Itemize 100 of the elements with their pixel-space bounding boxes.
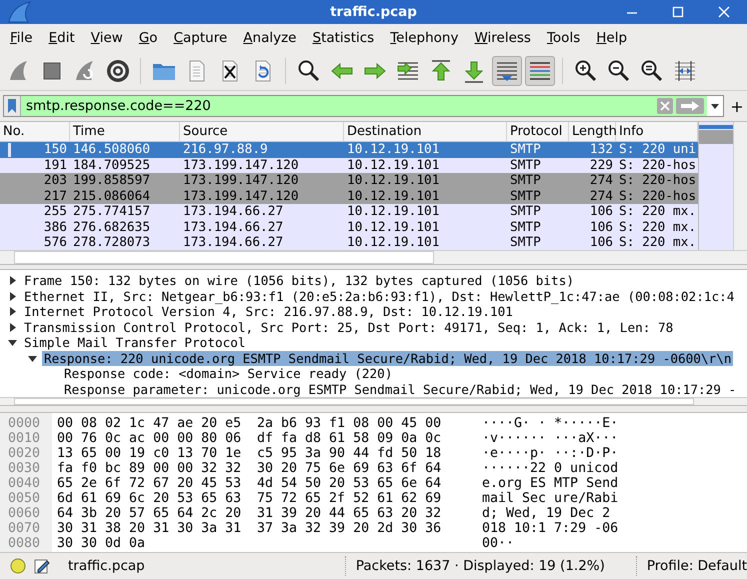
- ascii-bytes: 00··: [482, 536, 514, 551]
- table-cell-text: 10.12.19.101: [346, 142, 440, 158]
- ascii-bytes: MTP Send: [554, 476, 618, 491]
- table-cell-text: 10.12.19.101: [346, 204, 440, 220]
- hex-bytes: 6d 61 69 6c 20 53 65 63: [57, 491, 241, 506]
- tree-item[interactable]: Transmission Control Protocol, Src Port: 25, Dst Port: 49171, Seq: 1, Ack: 1, Len: 78: [22, 320, 676, 335]
- toolbar-button[interactable]: [524, 56, 554, 86]
- toolbar-button[interactable]: [492, 56, 522, 86]
- tree-item[interactable]: Response parameter: unicode.org ESMTP Sendmail Secure/Rabid; Wed, 19 Dec 2018 10:17:29 -: [62, 382, 738, 397]
- menu-item[interactable]: Capture: [166, 28, 236, 48]
- table-cell-text: 106: [588, 220, 614, 235]
- profile-label[interactable]: Profile: Default: [646, 558, 747, 574]
- expand-arrow-icon[interactable]: [8, 307, 16, 316]
- hex-bytes: c5 95 3a 90 44 fd 50 18: [257, 446, 441, 461]
- ascii-bytes: ······22: [482, 461, 546, 476]
- bookmark-button[interactable]: [4, 96, 21, 116]
- file-name: traffic.pcap: [68, 558, 146, 574]
- menu-item[interactable]: Go: [130, 28, 166, 48]
- table-cell-text: S: 220 mx.: [618, 220, 698, 235]
- table-cell-text: 274: [588, 173, 614, 188]
- tree-item[interactable]: Ethernet II, Src: Netgear_b6:93:f1 (20:e5:2a:b6:93:f1), Dst: HewlettP_1c:47:ae (00:08:02:1c:4: [22, 288, 736, 304]
- column-header[interactable]: Length: [569, 122, 616, 141]
- collapse-arrow-icon[interactable]: [8, 338, 16, 348]
- dropdown-button[interactable]: [707, 96, 723, 116]
- menu-item[interactable]: Statistics: [304, 28, 382, 48]
- byte-offset: 0000: [7, 416, 42, 431]
- packet-row[interactable]: 203 199.858597 173.199.147.120 10.12.19.101 SMTP 274 S: 220-hos: [0, 173, 698, 188]
- edit-icon[interactable]: [34, 558, 50, 574]
- table-cell-text: S: 220 mx.: [618, 204, 698, 220]
- packet-row[interactable]: 386 276.682635 173.194.66.27 10.12.19.101 SMTP 106 S: 220 mx.: [0, 220, 698, 235]
- menu-item[interactable]: View: [82, 28, 131, 48]
- ascii-bytes: ····G· ·: [482, 416, 546, 431]
- byte-offset: 0080: [7, 536, 42, 551]
- table-cell-text: 106: [588, 204, 614, 220]
- tree-item[interactable]: Frame 150: 132 bytes on wire (1056 bits), 132 bytes captured (1056 bits): [22, 273, 576, 288]
- column-header[interactable]: Protocol: [507, 122, 569, 141]
- packet-row[interactable]: 150 146.508060 216.97.88.9 10.12.19.101 SMTP 132 S: 220 uni: [0, 142, 698, 158]
- hex-bytes: 00 08 02 1c 47 ae 20 e5: [57, 416, 241, 431]
- app-logo-icon: [6, 1, 32, 23]
- byte-offset: 0010: [7, 431, 42, 446]
- tree-item[interactable]: Response code: <domain> Service ready (220): [62, 366, 394, 382]
- hex-bytes: 30 20 75 6e 69 63 6f 64: [257, 461, 441, 476]
- column-header[interactable]: Source: [180, 122, 344, 141]
- table-cell-text: 576: [42, 235, 68, 250]
- tree-item[interactable]: Internet Protocol Version 4, Src: 216.97.88.9, Dst: 10.12.19.101: [22, 304, 515, 320]
- expand-arrow-icon[interactable]: [8, 322, 16, 332]
- byte-offset: 0020: [7, 446, 42, 461]
- column-header[interactable]: Time: [70, 122, 180, 141]
- menu-item[interactable]: Edit: [40, 28, 83, 48]
- ascii-bytes: 0 unicod: [554, 461, 618, 476]
- zoom-in-icon: [572, 58, 598, 84]
- table-cell-text: SMTP: [509, 235, 542, 250]
- table-cell-text: 173.199.147.120: [182, 173, 300, 188]
- filter-field[interactable]: smtp.response.code==220: [3, 95, 724, 117]
- menu-item[interactable]: Tools: [538, 28, 588, 48]
- table-cell-text: 146.508060: [72, 142, 152, 158]
- table-cell-text: S: 220-hos: [618, 158, 698, 173]
- vertical-scrollbar[interactable]: [732, 122, 747, 250]
- horizontal-scrollbar[interactable]: [0, 250, 747, 264]
- table-cell-text: SMTP: [509, 158, 542, 173]
- bookmark-icon: [8, 99, 16, 113]
- menu-item[interactable]: Analyze: [235, 28, 304, 48]
- ascii-bytes: d; Wed,: [482, 506, 538, 521]
- table-cell-text: 274: [588, 188, 614, 204]
- table-cell-text: 278.728073: [72, 235, 152, 250]
- tree-item[interactable]: Simple Mail Transfer Protocol: [22, 335, 248, 350]
- table-cell-text: SMTP: [509, 142, 542, 158]
- ascii-bytes: 7:29 -06: [554, 521, 618, 536]
- table-cell-text: 255: [42, 204, 68, 220]
- status-circle-icon: [10, 558, 26, 574]
- packet-row[interactable]: 217 215.086064 173.199.147.120 10.12.19.101 SMTP 274 S: 220-hos: [0, 188, 698, 204]
- ascii-bytes: 19 Dec 2: [546, 506, 610, 521]
- table-cell-text: SMTP: [509, 173, 542, 188]
- menu-item[interactable]: File: [2, 28, 41, 48]
- table-cell-text: 276.682635: [72, 220, 152, 235]
- table-cell-text: 229: [588, 158, 614, 173]
- close-icon: [718, 6, 730, 18]
- tree-item[interactable]: Response: 220 unicode.org ESMTP Sendmail Secure/Rabid; Wed, 19 Dec 2018 10:17:29 -0600\r\n: [42, 350, 734, 366]
- hex-bytes: 2a b6 93 f1 08 00 45 00: [257, 416, 441, 431]
- horizontal-scrollbar[interactable]: [0, 397, 747, 405]
- menu-item[interactable]: Telephony: [382, 28, 466, 48]
- add-filter-button[interactable]: +: [730, 96, 744, 116]
- table-cell-text: 150: [42, 142, 68, 158]
- column-header[interactable]: Destination: [344, 122, 507, 141]
- packet-row[interactable]: 191 184.709525 173.199.147.120 10.12.19.101 SMTP 229 S: 220-hos: [0, 158, 698, 173]
- menu-item[interactable]: Wireless: [466, 28, 539, 48]
- menu-item[interactable]: Help: [588, 28, 636, 48]
- collapse-arrow-icon[interactable]: [28, 354, 36, 363]
- settings-icon: [104, 58, 130, 84]
- table-cell-text: 173.199.147.120: [182, 188, 300, 204]
- table-cell-text: 173.194.66.27: [182, 204, 284, 220]
- packet-row[interactable]: 576 278.728073 173.194.66.27 10.12.19.101 SMTP 106 S: 220 mx.: [0, 235, 698, 250]
- expand-arrow-icon[interactable]: [8, 276, 16, 286]
- packet-row[interactable]: 255 275.774157 173.194.66.27 10.12.19.101 SMTP 106 S: 220 mx.: [0, 204, 698, 220]
- ascii-bytes: ··:·D·P·: [554, 446, 618, 461]
- table-cell-text: 10.12.19.101: [346, 188, 440, 204]
- table-cell-text: 191: [42, 158, 68, 173]
- column-header[interactable]: No.: [0, 122, 70, 141]
- expand-arrow-icon[interactable]: [8, 292, 16, 301]
- table-cell-text: 173.194.66.27: [182, 235, 284, 250]
